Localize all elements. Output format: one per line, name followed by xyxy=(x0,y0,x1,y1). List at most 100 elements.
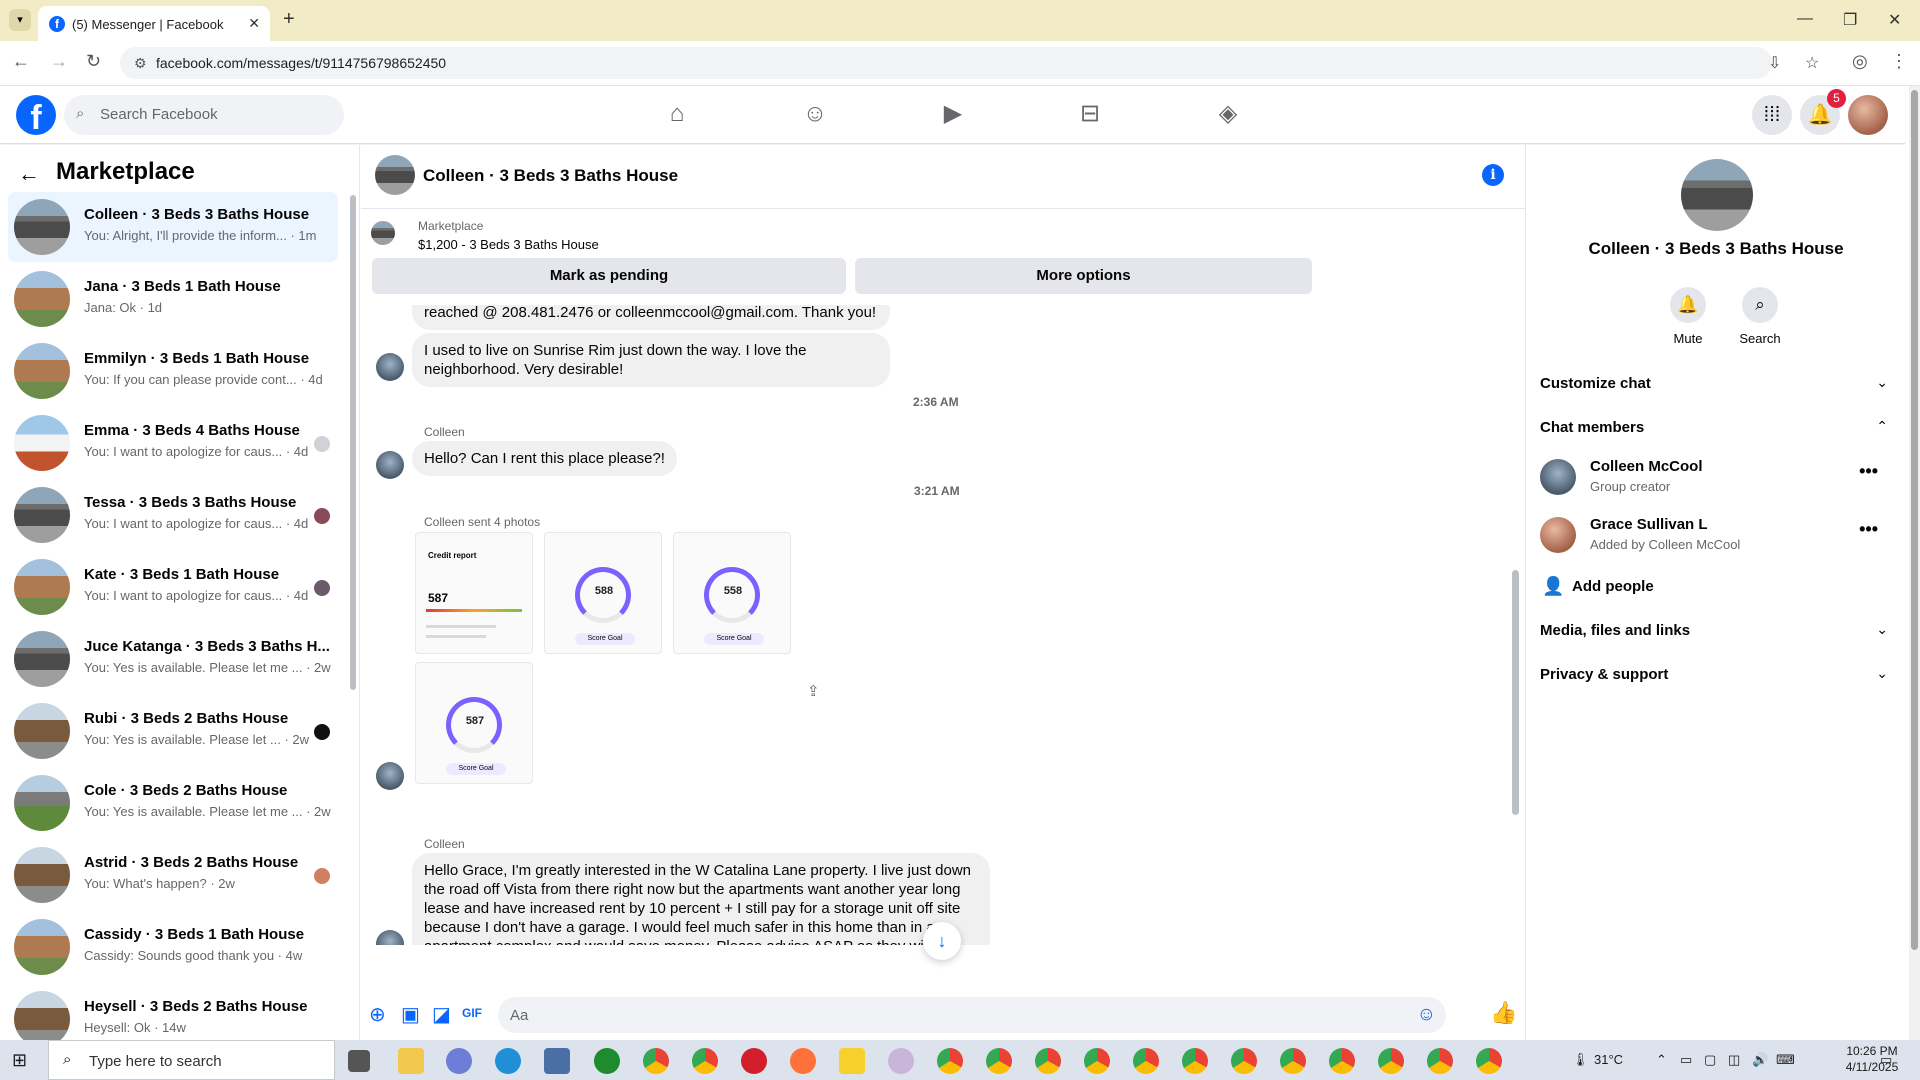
photo-attachment[interactable]: Credit report 587 xyxy=(415,532,533,654)
chrome-icon[interactable] xyxy=(1476,1048,1502,1074)
chrome-icon[interactable] xyxy=(692,1048,718,1074)
conversation-item[interactable]: Rubi · 3 Beds 2 Baths House You: Yes is … xyxy=(8,696,338,766)
tab-search-dropdown[interactable]: ▾ xyxy=(9,9,31,31)
search-action[interactable]: ⌕ Search xyxy=(1730,287,1790,346)
chrome-icon[interactable] xyxy=(937,1048,963,1074)
network-icon[interactable]: ◫ xyxy=(1728,1052,1740,1068)
privacy-support-row[interactable]: Privacy & support ⌄ xyxy=(1540,653,1892,697)
chrome-icon[interactable] xyxy=(1329,1048,1355,1074)
scroll-to-bottom-button[interactable]: ↓ xyxy=(923,922,961,960)
chat-scrollbar[interactable] xyxy=(1512,570,1519,815)
close-tab-icon[interactable]: ✕ xyxy=(248,15,260,32)
conversation-item[interactable]: Juce Katanga · 3 Beds 3 Baths H... You: … xyxy=(8,624,338,694)
facebook-logo-icon[interactable]: f xyxy=(16,95,56,137)
page-scrollbar[interactable] xyxy=(1909,86,1920,1040)
menu-grid-icon[interactable]: ⁞⁞⁞ xyxy=(1752,95,1792,135)
share-icon[interactable]: ⇪ xyxy=(807,682,820,700)
conversation-item[interactable]: Colleen · 3 Beds 3 Baths House You: Alri… xyxy=(8,192,338,262)
sticker-icon[interactable]: ◪ xyxy=(432,1002,451,1027)
more-dots-icon[interactable]: ••• xyxy=(1859,519,1878,540)
chrome-icon[interactable] xyxy=(1133,1048,1159,1074)
minimize-icon[interactable]: — xyxy=(1797,10,1813,28)
plus-icon[interactable]: ⊕ xyxy=(369,1002,386,1027)
forward-icon[interactable]: → xyxy=(50,51,68,72)
info-icon[interactable]: i xyxy=(1482,164,1504,186)
calculator-icon[interactable] xyxy=(544,1048,570,1074)
like-thumb-icon[interactable]: 👍 xyxy=(1490,1000,1517,1026)
restore-icon[interactable]: ❐ xyxy=(1843,10,1857,30)
chrome-icon[interactable] xyxy=(643,1048,669,1074)
bookmark-star-icon[interactable]: ☆ xyxy=(1805,53,1819,73)
site-info-icon[interactable]: ⚙ xyxy=(134,55,147,72)
gif-icon[interactable]: GIF xyxy=(462,1006,482,1020)
temperature[interactable]: 31°C xyxy=(1594,1052,1623,1067)
emoji-icon[interactable]: ☺ xyxy=(1417,1004,1436,1026)
browser-tab[interactable]: f (5) Messenger | Facebook ✕ xyxy=(38,6,270,41)
mute-action[interactable]: 🔔 Mute xyxy=(1658,287,1718,346)
tray-icon[interactable]: ▭ xyxy=(1680,1052,1692,1068)
opera-icon[interactable] xyxy=(741,1048,767,1074)
chrome-icon[interactable] xyxy=(1231,1048,1257,1074)
more-options-button[interactable]: More options xyxy=(855,258,1312,294)
notification-center-icon[interactable]: ▭ xyxy=(1880,1052,1892,1068)
gaming-icon[interactable]: ◈ xyxy=(1208,96,1248,132)
member-item[interactable]: Colleen McCool Group creator ••• xyxy=(1540,453,1892,509)
conversation-item[interactable]: Cole · 3 Beds 2 Baths House You: Yes is … xyxy=(8,768,338,838)
windows-start-icon[interactable]: ⊞ xyxy=(12,1050,27,1071)
conversation-item[interactable]: Kate · 3 Beds 1 Bath House You: I want t… xyxy=(8,552,338,622)
conversation-item[interactable]: Cassidy · 3 Beds 1 Bath House Cassidy: S… xyxy=(8,912,338,982)
media-files-row[interactable]: Media, files and links ⌄ xyxy=(1540,609,1892,653)
conversation-item[interactable]: Emma · 3 Beds 4 Baths House You: I want … xyxy=(8,408,338,478)
back-icon[interactable]: ← xyxy=(12,51,30,72)
conversation-item[interactable]: Heysell · 3 Beds 2 Baths House Heysell: … xyxy=(8,984,338,1040)
account-avatar[interactable] xyxy=(1848,95,1888,135)
page-scrollbar-thumb[interactable] xyxy=(1911,90,1918,950)
chrome-icon[interactable] xyxy=(986,1048,1012,1074)
app-icon[interactable] xyxy=(888,1048,914,1074)
new-tab-button[interactable]: + xyxy=(283,8,295,31)
photo-attachment[interactable]: 587 Score Goal xyxy=(415,662,533,784)
home-icon[interactable]: ⌂ xyxy=(657,96,697,132)
reload-icon[interactable]: ↻ xyxy=(86,51,101,72)
conversation-item[interactable]: Jana · 3 Beds 1 Bath House Jana: Ok · 1d xyxy=(8,264,338,334)
taskbar-search-input[interactable]: ⌕ Type here to search xyxy=(48,1040,335,1080)
chat-avatar[interactable] xyxy=(375,155,415,195)
firefox-icon[interactable] xyxy=(790,1048,816,1074)
message-input[interactable]: Aa ☺ xyxy=(498,997,1446,1033)
file-explorer-icon[interactable] xyxy=(398,1048,424,1074)
more-dots-icon[interactable]: ••• xyxy=(1859,461,1878,482)
customize-chat-row[interactable]: Customize chat ⌄ xyxy=(1540,362,1892,406)
install-app-icon[interactable]: ⇩ xyxy=(1768,53,1781,73)
sticky-notes-icon[interactable] xyxy=(839,1048,865,1074)
copilot-icon[interactable] xyxy=(446,1048,472,1074)
close-window-icon[interactable]: ✕ xyxy=(1888,10,1901,30)
edge-icon[interactable] xyxy=(495,1048,521,1074)
chrome-icon[interactable] xyxy=(1084,1048,1110,1074)
chat-members-row[interactable]: Chat members ⌃ xyxy=(1540,406,1892,450)
conversation-item[interactable]: Tessa · 3 Beds 3 Baths House You: I want… xyxy=(8,480,338,550)
video-icon[interactable]: ▶ xyxy=(933,96,973,132)
browser-menu-icon[interactable]: ⋮ xyxy=(1890,51,1908,72)
photo-attachment[interactable]: 588 Score Goal xyxy=(544,532,662,654)
conversation-item[interactable]: Astrid · 3 Beds 2 Baths House You: What'… xyxy=(8,840,338,910)
keyboard-icon[interactable]: ⌨ xyxy=(1776,1052,1795,1068)
image-attach-icon[interactable]: ▣ xyxy=(401,1002,420,1027)
task-view-icon[interactable] xyxy=(348,1050,370,1072)
member-item[interactable]: Grace Sullivan L Added by Colleen McCool… xyxy=(1540,511,1892,567)
facebook-search-input[interactable]: ⌕ Search Facebook xyxy=(64,95,344,135)
upwork-icon[interactable] xyxy=(594,1048,620,1074)
chrome-icon[interactable] xyxy=(1035,1048,1061,1074)
tray-icon[interactable]: ▢ xyxy=(1704,1052,1716,1068)
volume-icon[interactable]: 🔊 xyxy=(1752,1052,1768,1068)
conversation-list-scrollbar[interactable] xyxy=(350,195,356,690)
chrome-icon[interactable] xyxy=(1182,1048,1208,1074)
url-bar[interactable]: ⚙ facebook.com/messages/t/91147567986524… xyxy=(120,47,1819,79)
photo-attachment[interactable]: 558 Score Goal xyxy=(673,532,791,654)
marketplace-icon[interactable]: ⊟ xyxy=(1070,96,1110,132)
profile-icon[interactable]: ◎ xyxy=(1852,51,1868,72)
tray-chevron-icon[interactable]: ⌃ xyxy=(1656,1052,1667,1068)
chrome-icon[interactable] xyxy=(1378,1048,1404,1074)
friends-icon[interactable]: ☺ xyxy=(795,96,835,132)
weather-icon[interactable]: 🌡 xyxy=(1572,1052,1589,1068)
chat-title[interactable]: Colleen · 3 Beds 3 Baths House xyxy=(423,166,678,186)
